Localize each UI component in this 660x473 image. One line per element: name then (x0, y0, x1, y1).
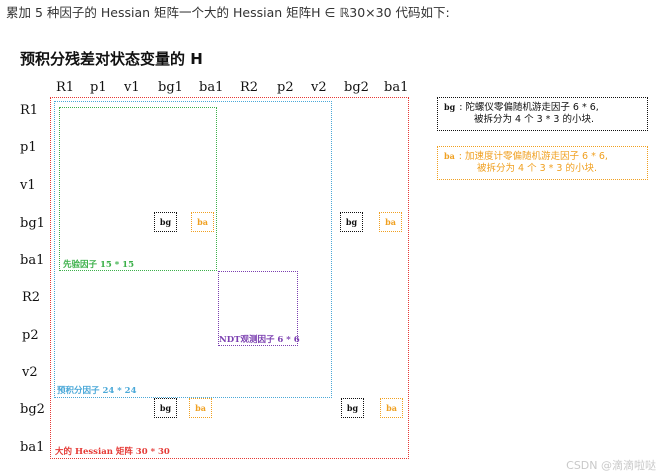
legend-bg-text-2: 被拆分为 4 个 3 * 3 的小块. (474, 114, 595, 125)
bg-mini-block: bg (341, 398, 364, 418)
legend-ba-text-1: : 加速度计零偏随机游走因子 6 * 6, (458, 151, 608, 162)
prior-factor-label: 先验因子 15 * 15 (63, 260, 134, 270)
legend-bg-tag: bg (444, 102, 456, 112)
legend-ba: ba: 加速度计零偏随机游走因子 6 * 6, 被拆分为 4 个 3 * 3 的… (437, 146, 648, 180)
row-label: v2 (22, 365, 38, 380)
row-label: p2 (22, 328, 39, 343)
col-label: R1 (56, 80, 75, 95)
row-label: bg1 (20, 216, 45, 231)
ba-mini-block: ba (191, 212, 214, 232)
col-label: v1 (124, 80, 140, 95)
col-label: ba1 (384, 80, 409, 95)
bg-mini-block: bg (154, 398, 177, 418)
row-label: R1 (20, 103, 39, 118)
preint-factor-label: 预积分因子 24 * 24 (57, 386, 137, 396)
row-label: bg2 (20, 402, 45, 417)
ndt-factor-label: NDT观测因子 6 * 6 (219, 335, 300, 345)
row-label: R2 (22, 290, 41, 305)
prior-factor-block (59, 107, 217, 271)
ba-mini-block: ba (189, 398, 212, 418)
row-label: v1 (20, 178, 36, 193)
diagram-heading: 预积分残差对状态变量的 H (20, 50, 203, 68)
watermark: CSDN @滴滴啦哒 (566, 459, 656, 472)
legend-bg: bg: 陀螺仪零偏随机游走因子 6 * 6, 被拆分为 4 个 3 * 3 的小… (437, 97, 648, 131)
legend-bg-text-1: : 陀螺仪零偏随机游走因子 6 * 6, (459, 102, 599, 113)
bg-mini-block: bg (340, 212, 363, 232)
col-label: ba1 (199, 80, 224, 95)
legend-ba-tag: ba (444, 151, 455, 161)
ba-mini-block: ba (380, 398, 403, 418)
col-label: p1 (90, 80, 107, 95)
row-label: ba1 (20, 440, 45, 455)
bg-mini-block: bg (154, 212, 177, 232)
intro-text: 累加 5 种因子的 Hessian 矩阵一个大的 Hessian 矩阵H ∈ ℝ… (6, 5, 450, 20)
col-label: bg1 (158, 80, 183, 95)
legend-ba-text-2: 被拆分为 4 个 3 * 3 的小块. (477, 163, 598, 174)
row-label: p1 (20, 140, 37, 155)
row-label: ba1 (20, 253, 45, 268)
col-label: p2 (277, 80, 294, 95)
col-label: bg2 (344, 80, 369, 95)
big-hessian-label: 大的 Hessian 矩阵 30 * 30 (55, 447, 170, 457)
ba-mini-block: ba (379, 212, 402, 232)
col-label: v2 (311, 80, 327, 95)
col-label: R2 (240, 80, 259, 95)
